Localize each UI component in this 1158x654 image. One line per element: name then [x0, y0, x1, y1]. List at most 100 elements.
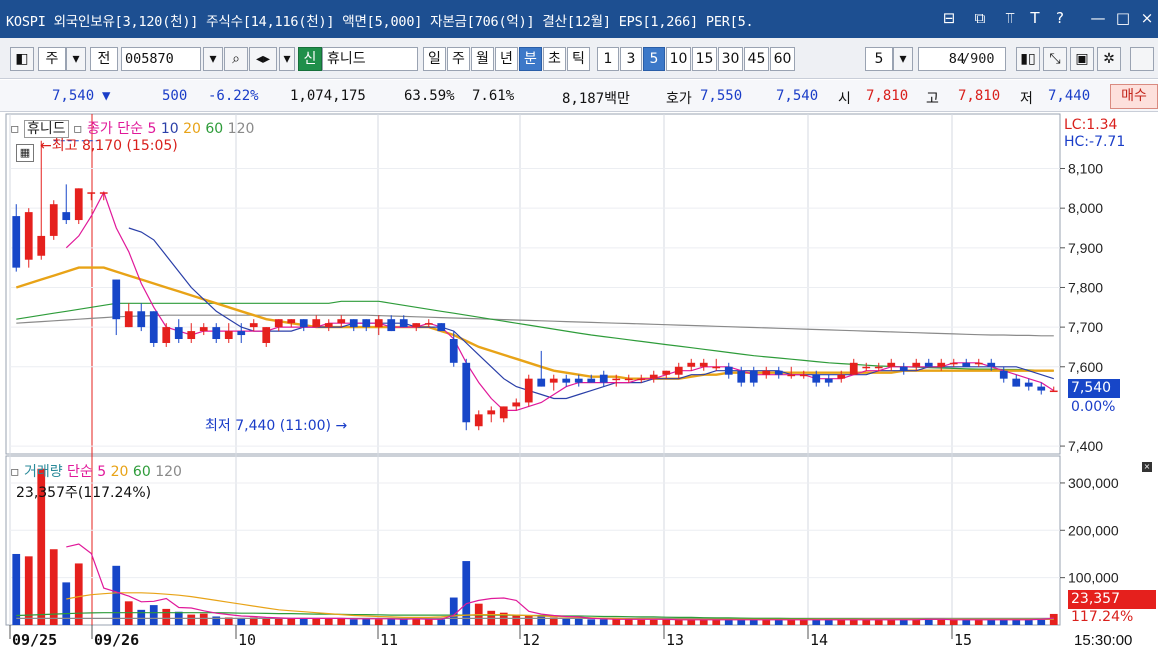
candle-body [624, 378, 633, 381]
tab-period-1[interactable]: 주 [447, 47, 470, 71]
close-pane-icon[interactable]: × [1142, 462, 1152, 472]
chevron-down-icon[interactable]: ▾ [893, 47, 913, 71]
stock-name-field[interactable]: 휴니드 [322, 47, 418, 71]
candle-body [87, 192, 96, 194]
x-axis-label: 12 [522, 631, 540, 649]
tab-minute-1[interactable]: 1 [597, 47, 619, 71]
maximize-icon[interactable]: □ [1113, 8, 1133, 28]
volume-ma-label: 단순 [67, 464, 93, 480]
low-annotation-text: 최저 7,440 (11:00) [205, 418, 332, 434]
tab-period-6[interactable]: 틱 [567, 47, 590, 71]
title-bar: KOSPI 외국인보유[3,120(천)] 주식수[14,116(천)] 액면[… [0, 0, 1158, 38]
tab-minute-45[interactable]: 45 [744, 47, 769, 71]
market-select[interactable]: 전 [90, 47, 118, 71]
current-price-box: 7,540 [1068, 379, 1120, 398]
change-rate: -6.22% [208, 88, 259, 104]
ma20-label: 20 [183, 121, 201, 137]
help-icon[interactable]: ? [1050, 8, 1070, 28]
volume-bar [612, 619, 621, 625]
x-axis-label: 11 [380, 631, 398, 649]
volume-bar [562, 618, 571, 625]
tab-period-5[interactable]: 초 [543, 47, 566, 71]
candle-body [174, 327, 183, 340]
buy-button[interactable]: 매수 [1110, 84, 1158, 109]
popout-icon[interactable]: ⧉ [970, 8, 990, 28]
sound-icon[interactable]: ◂▸ [249, 47, 277, 71]
volume-bar [599, 619, 608, 625]
high-label: 고 [926, 91, 939, 107]
tab-minute-5[interactable]: 5 [643, 47, 665, 71]
left-arrow-icon: ← [40, 138, 52, 154]
interval-select[interactable]: 5 [865, 47, 893, 71]
font-icon[interactable]: T [1025, 8, 1045, 28]
candle-body [387, 319, 396, 332]
calendar-icon[interactable]: ▦ [16, 144, 34, 162]
volume-bar [574, 618, 583, 625]
volume-ratio: 63.59% [404, 88, 455, 104]
tab-minute-30[interactable]: 30 [718, 47, 743, 71]
stock-code-input[interactable]: 005870 [121, 47, 201, 71]
volume-bar [299, 618, 308, 625]
tab-minute-10[interactable]: 10 [666, 47, 691, 71]
candle-body [149, 311, 158, 343]
volume-bar [924, 619, 933, 625]
chart-area[interactable]: 09/25 09/26 10 11 12 13 14 15 8,100 8,000 7,900 7,8… [0, 113, 1158, 654]
tab-period-0[interactable]: 일 [423, 47, 446, 71]
open-price: 7,810 [866, 88, 909, 104]
volume-bar [937, 619, 946, 625]
minimize-icon[interactable]: — [1088, 8, 1108, 28]
layout-icon[interactable]: ⊟ [939, 8, 959, 28]
candle-body [737, 370, 746, 383]
close-icon[interactable]: × [1137, 8, 1157, 28]
trade-amount: 8,187백만 [562, 91, 630, 107]
search-icon[interactable]: ⌕ [224, 47, 248, 71]
candle-body [674, 366, 683, 375]
candle-body [24, 212, 33, 260]
time-label: 15:30:00 [1074, 632, 1132, 649]
tab-period-4[interactable]: 분 [519, 47, 542, 71]
chevron-down-icon[interactable]: ▾ [203, 47, 223, 71]
candle-body [262, 327, 271, 343]
draw-line-icon[interactable]: ⤡ [1043, 47, 1067, 71]
low-annotation: 최저 7,440 (11:00) → [205, 415, 347, 435]
gear-icon[interactable]: ✲ [1097, 47, 1121, 71]
volume-bar [524, 615, 533, 625]
current-volume-box: 23,357 [1068, 590, 1156, 609]
chevron-down-icon[interactable]: ▾ [279, 47, 295, 71]
bid-price-2: 7,540 [776, 88, 819, 104]
tab-minute-60[interactable]: 60 [770, 47, 795, 71]
open-label: 시 [838, 91, 851, 107]
volume-bar [349, 619, 358, 625]
pin-icon[interactable]: ⫪ [1000, 8, 1020, 28]
tab-period-2[interactable]: 월 [471, 47, 494, 71]
candle-body [162, 327, 171, 343]
volume-legend: ▫ 거래량 단순 5 20 60 120 [10, 464, 182, 480]
volume-bar [687, 619, 696, 625]
candle-body [424, 323, 433, 325]
chevron-down-icon[interactable]: ▾ [66, 47, 86, 71]
candle-body [987, 362, 996, 367]
candle-body [62, 212, 71, 221]
price-volume-chart[interactable]: 09/25 09/26 10 11 12 13 14 15 8,100 8,000 7,900 7,8… [0, 113, 1158, 654]
candle-body [349, 319, 358, 328]
volume-bar [449, 597, 458, 625]
period-select[interactable]: 주 [38, 47, 66, 71]
volume-bar [74, 563, 83, 625]
candle-body [924, 362, 933, 367]
tab-minute-15[interactable]: 15 [692, 47, 717, 71]
candle-body [287, 319, 296, 324]
volume-bar [862, 619, 871, 625]
low-label: 저 [1020, 91, 1033, 107]
change-value: 500 [162, 88, 188, 104]
tab-period-3[interactable]: 년 [495, 47, 518, 71]
volume-bar [199, 613, 208, 625]
volume-tick-label: 300,000 [1068, 475, 1119, 491]
volume-bar [899, 619, 908, 625]
save-icon[interactable]: ▣ [1070, 47, 1094, 71]
panel-toggle-icon[interactable] [1130, 47, 1154, 71]
candle-type-icon[interactable]: ▮▯ [1016, 47, 1040, 71]
candle-body [99, 192, 108, 194]
tab-minute-3[interactable]: 3 [620, 47, 642, 71]
chart-settings-icon[interactable]: ◧ [10, 47, 34, 71]
x-axis-label: 09/26 [94, 631, 139, 649]
